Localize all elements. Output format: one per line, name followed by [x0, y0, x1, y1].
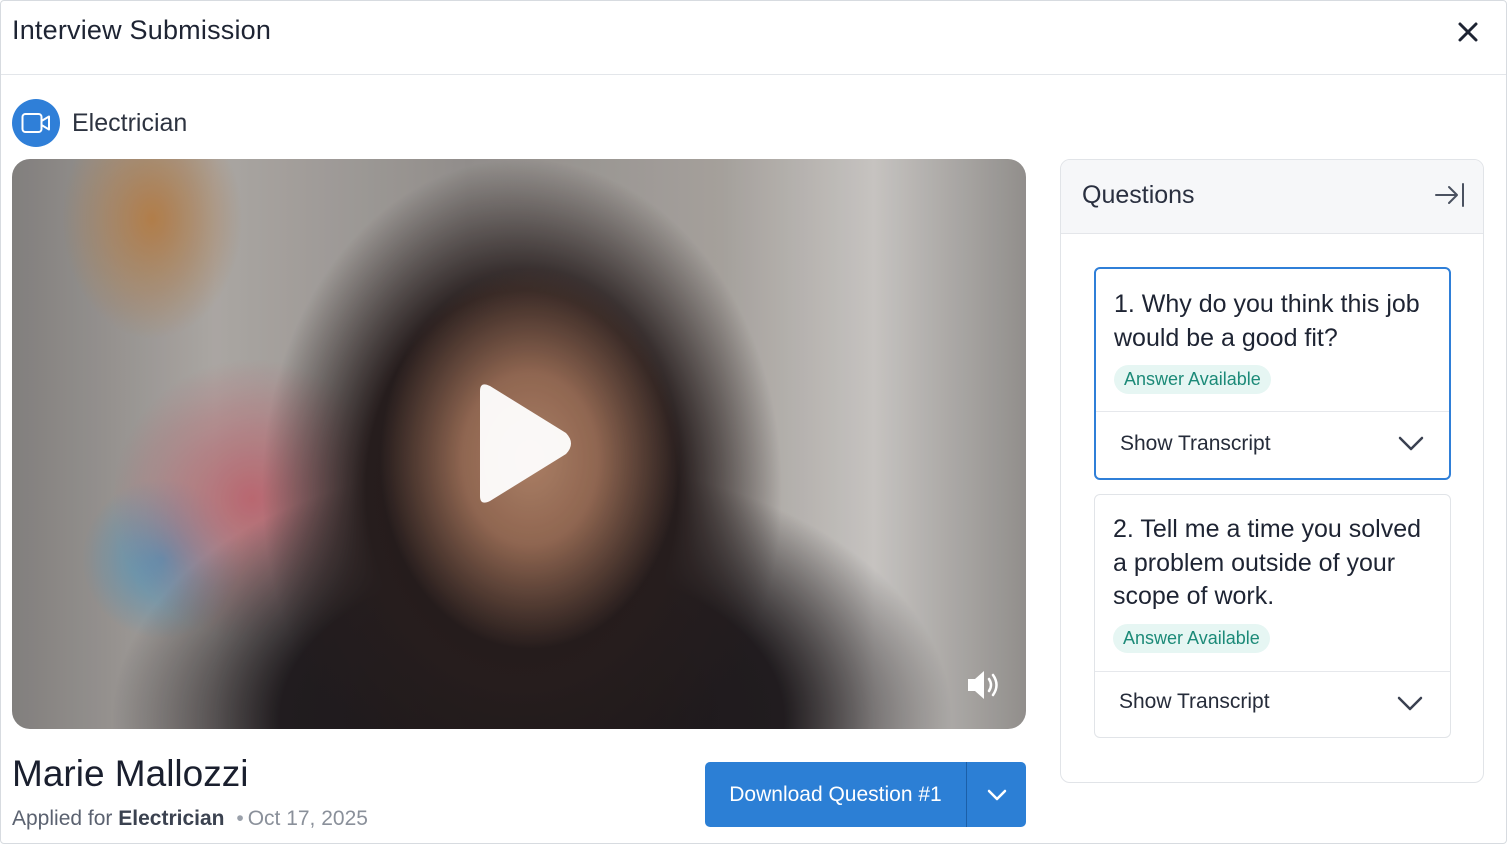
volume-icon [968, 671, 998, 699]
applied-info: Applied for Electrician • Oct 17, 2025 [12, 807, 368, 831]
show-transcript-toggle[interactable]: Show Transcript [1096, 412, 1449, 478]
modal-header: Interview Submission [1, 1, 1506, 75]
close-icon [1458, 22, 1478, 42]
collapse-panel-button[interactable] [1433, 180, 1467, 210]
question-text: 2. Tell me a time you solved a problem o… [1113, 515, 1422, 610]
chevron-down-icon [1397, 696, 1423, 711]
applied-role: Electrician [118, 807, 225, 830]
questions-title: Questions [1082, 181, 1195, 209]
separator-dot: • [236, 807, 244, 830]
interview-submission-modal: Interview Submission Electrician Marie M… [0, 0, 1507, 844]
show-transcript-label: Show Transcript [1119, 690, 1270, 713]
video-camera-icon [12, 99, 60, 147]
video-player[interactable] [12, 159, 1026, 729]
close-button[interactable] [1451, 15, 1485, 49]
questions-panel: Questions 1. Why do you think this job w… [1060, 159, 1484, 783]
job-role-row: Electrician [12, 99, 187, 147]
play-icon [480, 384, 571, 503]
applied-date: Oct 17, 2025 [247, 807, 368, 830]
chevron-down-icon [1398, 436, 1424, 451]
download-question-button[interactable]: Download Question #1 [705, 762, 966, 827]
download-options-toggle[interactable] [967, 762, 1026, 827]
questions-header: Questions [1061, 160, 1483, 234]
download-button-group: Download Question #1 [705, 762, 1026, 827]
answer-status-badge: Answer Available [1114, 365, 1271, 394]
chevron-down-icon [987, 789, 1006, 800]
applied-prefix: Applied for [12, 807, 113, 830]
modal-title: Interview Submission [12, 15, 272, 45]
job-role-label: Electrician [72, 108, 188, 137]
show-transcript-label: Show Transcript [1120, 432, 1271, 455]
candidate-name: Marie Mallozzi [12, 753, 249, 794]
collapse-right-icon [1435, 183, 1464, 207]
answer-status-badge: Answer Available [1113, 624, 1270, 653]
volume-button[interactable] [964, 667, 1004, 703]
play-button[interactable] [464, 381, 576, 506]
question-card[interactable]: 1. Why do you think this job would be a … [1094, 267, 1451, 480]
question-card[interactable]: 2. Tell me a time you solved a problem o… [1094, 494, 1451, 738]
question-text: 1. Why do you think this job would be a … [1114, 290, 1420, 352]
show-transcript-toggle[interactable]: Show Transcript [1095, 672, 1450, 738]
